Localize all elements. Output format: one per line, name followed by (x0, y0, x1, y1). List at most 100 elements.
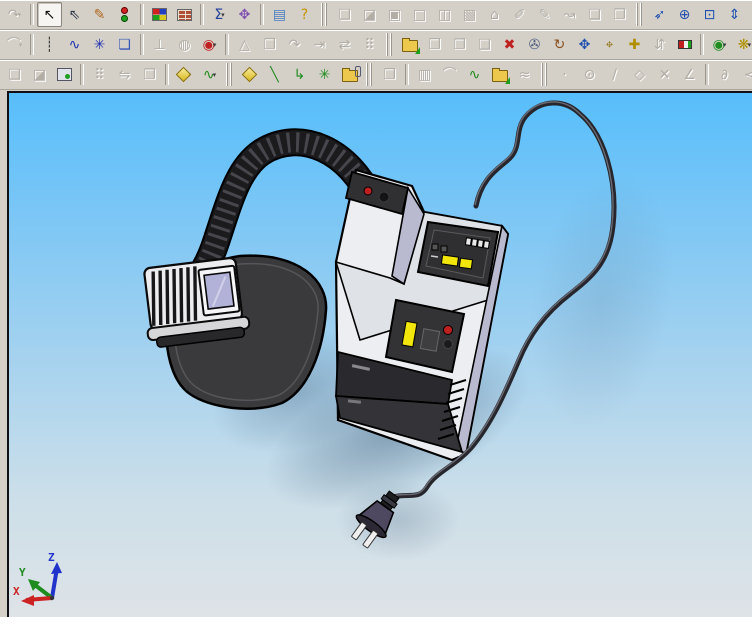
mount-dark-dot-icon (378, 191, 390, 203)
centerline-button[interactable]: ┊ (37, 32, 62, 57)
rotate-component-button[interactable]: ↻ (547, 32, 572, 57)
plane-button[interactable] (237, 62, 262, 87)
front-black-button[interactable] (443, 339, 453, 349)
derived-part-icon (491, 68, 510, 84)
constrain-move-button: ⇄ (332, 32, 357, 57)
select-tool-icon: ↖ (43, 6, 56, 23)
previous-view-button[interactable]: ➶ (647, 2, 672, 27)
projected-curve-button: ⌒ (437, 62, 462, 87)
measure-dropdown-caret[interactable]: ▾ (221, 11, 225, 19)
panel-small-button-1[interactable] (431, 243, 439, 251)
convert-entities-button[interactable]: ❏ (112, 32, 137, 57)
measure-button[interactable]: Σ ▾ (207, 2, 232, 27)
front-dark-button[interactable] (419, 328, 441, 352)
reference-point-button[interactable]: ◉ ▾ (197, 32, 222, 57)
select-tool-button[interactable]: ↖ (37, 2, 62, 27)
design-checker-icon: ▤ (272, 6, 287, 23)
dim-concentric-button: ⊙ (577, 62, 602, 87)
appearance-button[interactable] (52, 62, 77, 87)
sketch-fillet-dropdown-caret[interactable]: ▾ (19, 41, 23, 49)
panel-small-button-2[interactable] (440, 245, 448, 253)
front-red-button[interactable] (443, 325, 453, 335)
spline-button[interactable]: ∿ (62, 32, 87, 57)
hide-component-icon: ❒ (428, 36, 441, 53)
help-button[interactable]: ? (292, 2, 317, 27)
edit-texture-button[interactable] (172, 2, 197, 27)
toolbar-grip (541, 63, 548, 86)
reference-plane-wizard-button[interactable]: ▾ (172, 62, 197, 87)
toolbar-grip (386, 33, 393, 56)
toolbar-separator (80, 64, 84, 85)
mirror-feature-icon: ⇋ (118, 66, 131, 83)
options-gear-button[interactable]: ❋ ▾ (732, 32, 752, 57)
design-checker-button[interactable]: ▤ (267, 2, 292, 27)
derived-part-button[interactable] (487, 62, 512, 87)
flatten-sheet-icon: ↷ (288, 36, 301, 53)
delete-component-button[interactable]: ✖ (497, 32, 522, 57)
curve-tool-button[interactable]: ∿ ▾ (197, 62, 222, 87)
sketch-button[interactable]: ✎ (87, 2, 112, 27)
mate-icon (677, 40, 692, 49)
boss-cylinder-button: ▥ (412, 62, 437, 87)
components-pattern-button: ❐ (137, 62, 162, 87)
display-shaded-button: ❑ (332, 2, 357, 27)
dim-check-button: ≺ (737, 62, 752, 87)
move-with-triad-button[interactable]: ✚ (622, 32, 647, 57)
mate-button[interactable] (672, 32, 697, 57)
boss-cylinder-icon: ▥ (417, 66, 432, 83)
model-document-camera[interactable]: Z Y X (0, 91, 752, 617)
dim-angle-button: ∠ (677, 62, 702, 87)
axis-button[interactable]: ╲ (262, 62, 287, 87)
zoom-area-button[interactable]: ⊡ (697, 2, 722, 27)
zoom-in-out-button[interactable]: ⇕ (722, 2, 747, 27)
dim-angle-icon: ∠ (683, 66, 696, 83)
edit-color-button[interactable] (147, 2, 172, 27)
panel-yellow-button-1[interactable] (440, 254, 460, 267)
sketch-point-button[interactable]: ✳ (87, 32, 112, 57)
convert-entities-icon: ❏ (118, 36, 131, 53)
select-filter-button[interactable]: ⇖ (62, 2, 87, 27)
mate-reference-button[interactable] (337, 62, 362, 87)
sketch-fillet-button: ⌒ ▾ (2, 32, 27, 57)
attach-note-button[interactable]: ✇ (522, 32, 547, 57)
view-orientation-button[interactable]: ✥ (232, 2, 257, 27)
align-edges-button: ⇥ (307, 32, 332, 57)
sketch-add-icon: ✎ (538, 6, 551, 23)
toolbar-separator (30, 34, 34, 55)
smart-mates-dropdown-caret[interactable]: ▾ (723, 41, 727, 49)
toolbar-separator (165, 64, 169, 85)
coordinate-system-button[interactable]: ↳ (287, 62, 312, 87)
spline-3d-icon: ∿ (468, 66, 481, 83)
insert-component-button[interactable] (397, 32, 422, 57)
model-camera-head[interactable] (140, 256, 251, 349)
panel-yellow-button-2[interactable] (458, 257, 474, 270)
redo-dropdown-caret[interactable]: ▾ (18, 11, 22, 19)
traffic-light-button[interactable] (112, 2, 137, 27)
smart-fasteners-button[interactable]: ⌖ (597, 32, 622, 57)
toolbar-features-reference: ❑◪⠿⇋❐▾∿▾╲↳✳❒▥⌒∿≈·⊙∕◇✕∠∂≺∥ (0, 60, 752, 90)
dim-intersect-button: ✕ (652, 62, 677, 87)
display-shadows-icon: ◫ (437, 6, 452, 23)
triad-y-label: Y (19, 566, 26, 579)
sketch-3d-icon: ✐ (513, 6, 526, 23)
reference-point-dropdown-caret[interactable]: ▾ (213, 41, 217, 49)
move-component-button[interactable]: ✥ (572, 32, 597, 57)
extrude-button: ❑ (2, 62, 27, 87)
spline-3d-button[interactable]: ∿ (462, 62, 487, 87)
pattern-small-button: ⠿ (357, 32, 382, 57)
options-gear-dropdown-caret[interactable]: ▾ (748, 41, 752, 49)
point-button[interactable]: ✳ (312, 62, 337, 87)
display-shadows-button: ◫ (432, 2, 457, 27)
smart-mates-button[interactable]: ◉ ▾ (707, 32, 732, 57)
view-orientation-icon: ✥ (238, 6, 251, 23)
redo-button: ↷ ▾ (2, 2, 27, 27)
attach-note-icon: ✇ (528, 36, 541, 53)
spline-icon: ∿ (68, 36, 81, 53)
part-box-icon: ❒ (383, 66, 396, 83)
delete-component-icon: ✖ (503, 36, 516, 53)
help-icon: ? (300, 6, 309, 23)
change-transparency-icon: ❐ (453, 36, 466, 53)
curve-tool-dropdown-caret[interactable]: ▾ (213, 71, 217, 79)
dim-check-icon: ≺ (744, 68, 752, 82)
zoom-fit-button[interactable]: ⊕ (672, 2, 697, 27)
